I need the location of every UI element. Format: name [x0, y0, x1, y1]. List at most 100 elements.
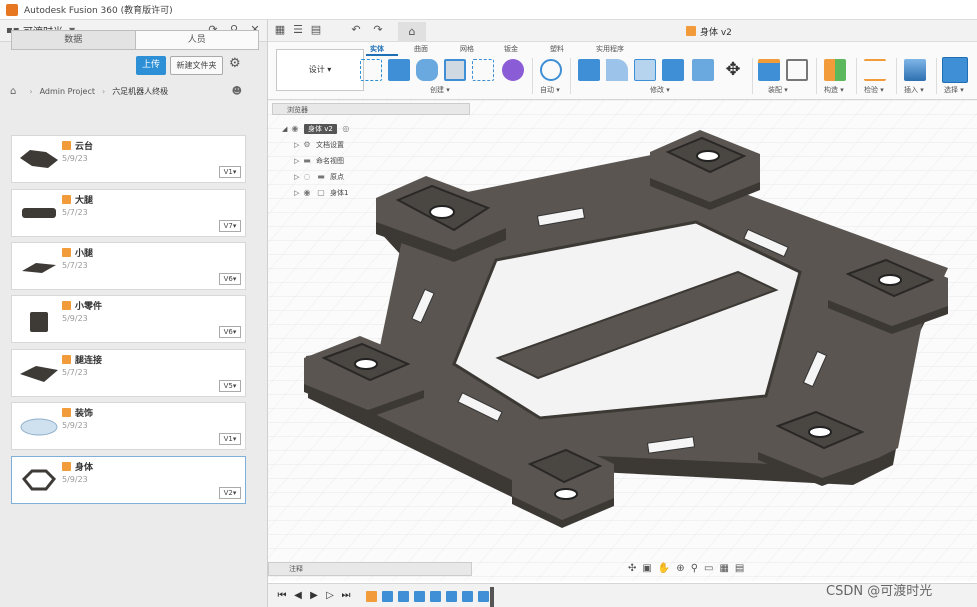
version-badge[interactable]: V5▾	[219, 380, 241, 392]
offset-plane-icon[interactable]	[824, 59, 846, 81]
activate-radio-icon[interactable]: ◎	[341, 124, 351, 133]
timeline-feature[interactable]	[462, 591, 473, 602]
browser-panel-header[interactable]: 浏览器	[272, 103, 470, 115]
form-icon[interactable]	[502, 59, 524, 81]
split-body-icon[interactable]	[692, 59, 714, 81]
browser-item[interactable]: ▷ ⚙ 文档设置	[294, 138, 344, 151]
press-pull-icon[interactable]	[578, 59, 600, 81]
file-card[interactable]: 小零件 5/9/23 V6▾	[11, 295, 246, 343]
timeline-next-icon[interactable]: ▷	[324, 590, 336, 602]
breadcrumb-project[interactable]: Admin Project	[40, 87, 95, 96]
home-icon[interactable]: ⌂	[10, 86, 16, 97]
extrude-icon[interactable]	[388, 59, 410, 81]
browser-item[interactable]: ▷ ▬ 命名视图	[294, 154, 344, 167]
version-badge[interactable]: V7▾	[219, 220, 241, 232]
workspace-switcher[interactable]: 设计 ▾	[276, 49, 364, 91]
collapse-icon[interactable]: ◢	[282, 125, 290, 133]
expand-icon[interactable]: ▷	[294, 173, 302, 181]
zoom-icon[interactable]: ⊕	[676, 563, 684, 574]
grid-menu-icon[interactable]: ▦	[274, 24, 286, 36]
fillet-icon[interactable]	[606, 59, 628, 81]
group-select-label[interactable]: 选择 ▾	[944, 85, 964, 95]
grid-settings-icon[interactable]: ▦	[719, 563, 728, 574]
undo-icon[interactable]: ↶	[350, 24, 362, 36]
expand-icon[interactable]: ▷	[294, 189, 302, 197]
visibility-eye-icon[interactable]: ◌	[302, 172, 312, 181]
timeline-feature[interactable]	[478, 591, 489, 602]
version-badge[interactable]: V1▾	[219, 433, 241, 445]
timeline-feature[interactable]	[446, 591, 457, 602]
visibility-eye-icon[interactable]: ◉	[290, 124, 300, 133]
timeline-feature[interactable]	[414, 591, 425, 602]
tab-mesh[interactable]: 网格	[460, 44, 474, 54]
shell-icon[interactable]	[662, 59, 684, 81]
tab-utilities[interactable]: 实用程序	[596, 44, 624, 54]
new-folder-button[interactable]: 新建文件夹	[170, 56, 223, 75]
timeline-play-icon[interactable]: ▶	[308, 590, 320, 602]
timeline-feature[interactable]	[430, 591, 441, 602]
file-menu-icon[interactable]: ☰	[292, 24, 304, 36]
file-card[interactable]: 腿连接 5/7/23 V5▾	[11, 349, 246, 397]
timeline-marker[interactable]	[490, 587, 494, 607]
browser-root-row[interactable]: ◢ ◉ 身体 v2 ◎	[282, 122, 355, 135]
move-icon[interactable]: ✥	[722, 59, 744, 81]
group-insert-label[interactable]: 插入 ▾	[904, 85, 924, 95]
timeline-feature[interactable]	[366, 591, 377, 602]
joint-icon[interactable]	[786, 59, 808, 81]
tab-surface[interactable]: 曲面	[414, 44, 428, 54]
tab-sheetmetal[interactable]: 钣金	[504, 44, 518, 54]
browser-item[interactable]: ▷ ◌ ▬ 原点	[294, 170, 344, 183]
group-inspect-label[interactable]: 检验 ▾	[864, 85, 884, 95]
timeline-last-icon[interactable]: ⏭	[340, 590, 352, 602]
orbit-icon[interactable]: ✣	[628, 563, 636, 574]
revolve-icon[interactable]	[416, 59, 438, 81]
group-modify-label[interactable]: 修改 ▾	[650, 85, 670, 95]
file-card-selected[interactable]: 身体 5/9/23 V2▾	[11, 456, 246, 504]
box-icon[interactable]	[472, 59, 494, 81]
browser-item[interactable]: ▷ ◉ ▢ 身体1	[294, 186, 348, 199]
version-badge[interactable]: V6▾	[219, 273, 241, 285]
comments-panel[interactable]: 注释	[268, 562, 472, 576]
display-settings-icon[interactable]: ▭	[704, 563, 713, 574]
expand-icon[interactable]: ▷	[294, 157, 302, 165]
viewports-icon[interactable]: ▤	[735, 563, 744, 574]
automate-icon[interactable]	[540, 59, 562, 81]
group-construct-label[interactable]: 构造 ▾	[824, 85, 844, 95]
tab-people[interactable]: 人员	[134, 31, 259, 49]
file-card[interactable]: 大腿 5/7/23 V7▾	[11, 189, 246, 237]
tab-data[interactable]: 数据	[12, 31, 135, 49]
timeline-feature[interactable]	[382, 591, 393, 602]
select-icon[interactable]	[942, 57, 968, 83]
home-tab[interactable]: ⌂	[398, 22, 426, 42]
version-badge[interactable]: V2▾	[219, 487, 241, 499]
insert-image-icon[interactable]	[904, 59, 926, 81]
create-sketch-icon[interactable]	[360, 59, 382, 81]
timeline-first-icon[interactable]: ⏮	[276, 590, 288, 602]
3d-viewport[interactable]: 浏览器 ◢ ◉ 身体 v2 ◎ ▷ ⚙ 文档设置 ▷ ▬ 命名视图 ▷ ◌ ▬ …	[268, 100, 977, 581]
pan-hand-icon[interactable]: ✋	[658, 563, 670, 574]
group-create-label[interactable]: 创建 ▾	[430, 85, 450, 95]
tab-plastic[interactable]: 塑料	[550, 44, 564, 54]
look-at-icon[interactable]: ▣	[642, 563, 651, 574]
zoom-window-icon[interactable]: ⚲	[691, 563, 698, 574]
measure-icon[interactable]	[864, 59, 886, 81]
hole-icon[interactable]	[444, 59, 466, 81]
file-card[interactable]: 云台 5/9/23 V1▾	[11, 135, 246, 183]
chamfer-icon[interactable]	[634, 59, 656, 81]
gear-icon[interactable]: ⚙	[229, 57, 243, 71]
redo-icon[interactable]: ↷	[372, 24, 384, 36]
visibility-eye-icon[interactable]: ◉	[302, 188, 312, 197]
timeline-prev-icon[interactable]: ◀	[292, 590, 304, 602]
upload-button[interactable]: 上传	[136, 56, 166, 75]
file-card[interactable]: 小腿 5/7/23 V6▾	[11, 242, 246, 290]
version-badge[interactable]: V1▾	[219, 166, 241, 178]
timeline-feature[interactable]	[398, 591, 409, 602]
tab-solid[interactable]: 实体	[370, 44, 384, 54]
version-badge[interactable]: V6▾	[219, 326, 241, 338]
breadcrumb-folder[interactable]: 六足机器人终极	[112, 86, 168, 97]
group-assemble-label[interactable]: 装配 ▾	[768, 85, 788, 95]
file-card[interactable]: 装饰 5/9/23 V1▾	[11, 402, 246, 450]
people-icon[interactable]: ☻	[232, 86, 242, 97]
new-component-icon[interactable]	[758, 59, 780, 81]
group-automate-label[interactable]: 自动 ▾	[540, 85, 560, 95]
